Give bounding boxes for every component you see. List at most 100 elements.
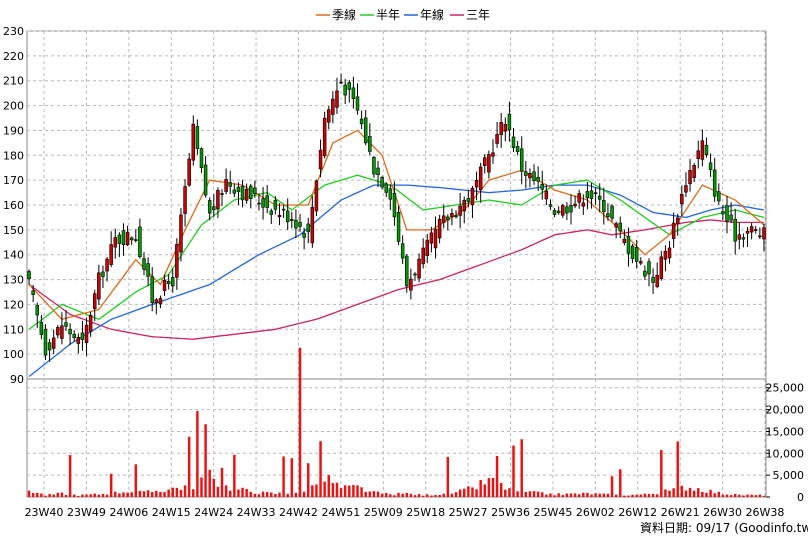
volume-bar xyxy=(738,494,741,497)
volume-bar xyxy=(660,450,663,497)
candle-down xyxy=(717,191,721,202)
candle-up xyxy=(495,134,499,144)
volume-bar xyxy=(520,439,523,497)
candle-down xyxy=(80,332,85,340)
volume-bar xyxy=(356,485,359,497)
volume-bar xyxy=(155,490,158,497)
candle-up xyxy=(692,165,696,178)
candle-up xyxy=(544,190,549,200)
price-tick-label: 170 xyxy=(3,174,24,187)
candle-down xyxy=(565,206,569,214)
volume-bar xyxy=(549,493,552,497)
candle-up xyxy=(671,222,676,239)
volume-panel-frame xyxy=(26,378,767,498)
volume-bar xyxy=(200,477,203,497)
volume-bar xyxy=(393,495,396,497)
ma-season-line xyxy=(28,129,765,321)
candle-down xyxy=(540,184,544,190)
legend-item-half: 半年 xyxy=(360,8,400,22)
candle-up xyxy=(56,327,60,336)
candle-down xyxy=(117,234,122,244)
volume-bar xyxy=(697,488,700,497)
price-tick-label: 90 xyxy=(10,373,24,386)
price-tick-label: 180 xyxy=(3,149,24,162)
volume-bar xyxy=(762,495,766,497)
volume-bar xyxy=(208,469,211,497)
x-tick-label: 26W30 xyxy=(703,506,742,519)
candle-up xyxy=(675,217,680,224)
volume-bar xyxy=(397,492,400,497)
volume-tick-label: 20,000 xyxy=(766,404,805,417)
candle-down xyxy=(372,157,376,175)
candle-down xyxy=(236,186,241,192)
candle-down xyxy=(511,136,516,148)
volume-bar xyxy=(368,491,372,497)
candle-down xyxy=(532,171,536,181)
candle-up xyxy=(758,235,762,238)
volume-bar xyxy=(504,489,507,497)
candle-down xyxy=(643,270,647,277)
candle-down xyxy=(31,290,35,295)
volume-bar xyxy=(426,494,429,497)
candle-up xyxy=(700,140,705,160)
volume-bar xyxy=(114,491,117,497)
candlesticks xyxy=(27,73,766,362)
volume-bar xyxy=(192,489,195,497)
price-tick-label: 120 xyxy=(3,298,24,311)
candle-up xyxy=(327,109,331,123)
volume-bar xyxy=(434,494,437,497)
x-tick-label: 25W27 xyxy=(449,506,488,519)
price-tick-label: 230 xyxy=(3,25,24,38)
candle-down xyxy=(166,281,171,284)
x-tick-label: 26W02 xyxy=(576,506,615,519)
volume-bar xyxy=(688,487,692,497)
candle-down xyxy=(721,211,725,215)
candle-down xyxy=(240,185,245,201)
volume-bar xyxy=(360,487,363,497)
candle-up xyxy=(483,157,487,166)
candle-down xyxy=(101,271,105,277)
candle-up xyxy=(663,250,668,260)
legend: 季線 半年 年線 三年 xyxy=(316,7,490,22)
candle-down xyxy=(302,232,306,238)
volume-bar xyxy=(163,492,166,497)
volume-bar xyxy=(717,491,721,497)
candle-down xyxy=(39,322,44,335)
candle-up xyxy=(224,179,228,192)
candle-down xyxy=(64,322,68,327)
price-axis: 90 100 110 120 130 140 150 160 170 180 190 200 210 22… xyxy=(3,25,24,386)
volume-bar xyxy=(385,493,388,497)
candle-up xyxy=(622,238,627,244)
volume-bar xyxy=(643,493,647,497)
candle-down xyxy=(507,113,512,131)
candle-down xyxy=(298,221,302,227)
price-tick-label: 130 xyxy=(3,274,24,287)
candle-down xyxy=(593,192,598,195)
volume-bar xyxy=(565,493,569,497)
candle-up xyxy=(257,202,261,205)
volume-bar xyxy=(733,494,737,497)
volume-bar xyxy=(438,494,441,497)
x-tick-label: 26W38 xyxy=(746,506,785,519)
candle-up xyxy=(655,274,659,287)
volume-bar xyxy=(171,487,174,497)
candle-down xyxy=(228,182,232,187)
volume-bar xyxy=(352,485,355,497)
volume-bar xyxy=(220,467,224,497)
volume-bar xyxy=(48,494,51,497)
volume-bar xyxy=(635,494,638,497)
volume-bar xyxy=(627,495,630,497)
volume-bar xyxy=(577,494,581,497)
candle-up xyxy=(331,98,335,115)
volume-bar xyxy=(101,494,105,497)
volume-bar xyxy=(532,491,536,497)
volume-bar xyxy=(491,477,495,497)
candle-down xyxy=(376,167,380,176)
candle-down xyxy=(273,199,278,210)
volume-bar xyxy=(270,492,273,497)
x-axis-labels: 23W40 23W49 24W06 24W15 24W24 24W33 24W42 24W51… xyxy=(25,506,785,519)
volume-bar xyxy=(569,493,573,497)
volume-bar xyxy=(249,491,252,497)
volume-bar xyxy=(36,492,39,497)
volume-bar xyxy=(72,494,76,497)
